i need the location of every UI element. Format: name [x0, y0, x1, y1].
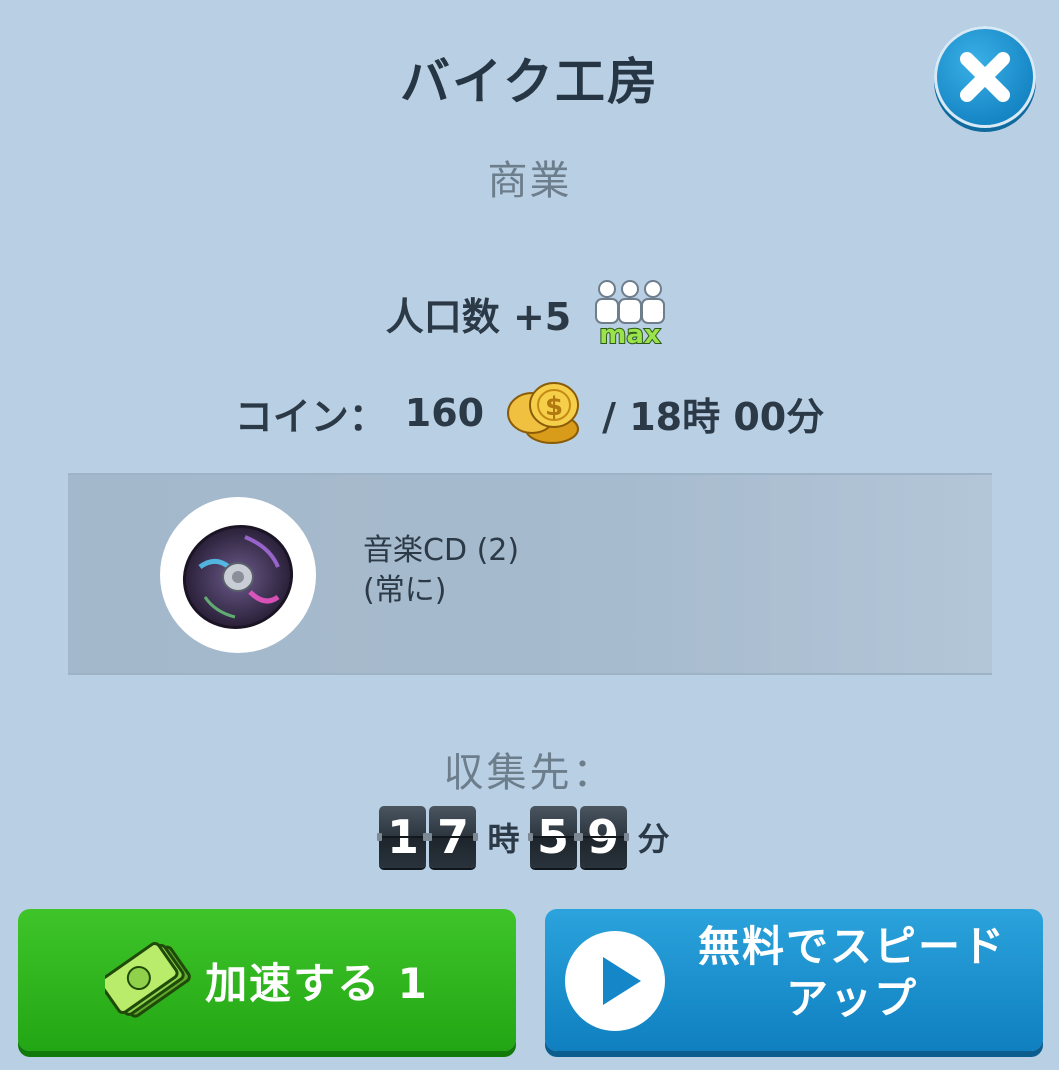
free-speed-up-line2: アップ [785, 974, 918, 1023]
item-icon-frame [160, 497, 316, 653]
speed-up-button[interactable]: 加速する 1 [18, 909, 516, 1051]
item-frequency: (常に) [363, 573, 447, 608]
collect-timer: 1 7 時 5 9 分 [0, 804, 1059, 870]
collect-label: 収集先： [443, 750, 616, 796]
timer-digit: 7 [427, 806, 479, 868]
production-panel: 音楽CD (2) (常に) [68, 473, 992, 675]
free-speed-up-label: 無料でスピード アップ [675, 921, 1029, 1025]
close-icon [960, 52, 1010, 102]
play-icon-frame [565, 931, 665, 1031]
speed-up-label: 加速する 1 [205, 958, 429, 1008]
svg-text:$: $ [545, 392, 563, 422]
coin-amount: 160 [404, 391, 485, 435]
coin-label: コイン： [234, 394, 387, 439]
dialog-title: バイク工房 [400, 53, 659, 111]
timer-minute-unit: 分 [637, 820, 670, 858]
max-badge-text: max [600, 320, 662, 349]
music-cd-icon [182, 525, 294, 629]
timer-digit: 1 [377, 806, 429, 868]
timer-digit: 9 [577, 806, 629, 868]
item-description: 音楽CD (2) (常に) [363, 531, 519, 611]
item-name: 音楽CD (2) [363, 533, 520, 568]
coin-row: コイン： 160 $ / 18時 00分 [0, 376, 1059, 450]
timer-digit: 5 [527, 806, 579, 868]
population-max-icon: max [587, 277, 673, 351]
free-speed-up-line1: 無料でスピード [697, 922, 1006, 971]
coin-stack-icon: $ [502, 377, 584, 449]
play-icon [603, 957, 641, 1005]
population-row: 人口数 +5 max [0, 277, 1059, 351]
free-speed-up-button[interactable]: 無料でスピード アップ [545, 909, 1043, 1051]
building-category: 商業 [487, 158, 572, 204]
close-button[interactable] [934, 26, 1036, 128]
cash-icon [105, 942, 191, 1018]
coin-time: / 18時 00分 [602, 394, 825, 439]
population-label: 人口数 +5 [385, 294, 572, 339]
timer-hour-unit: 時 [487, 820, 520, 858]
